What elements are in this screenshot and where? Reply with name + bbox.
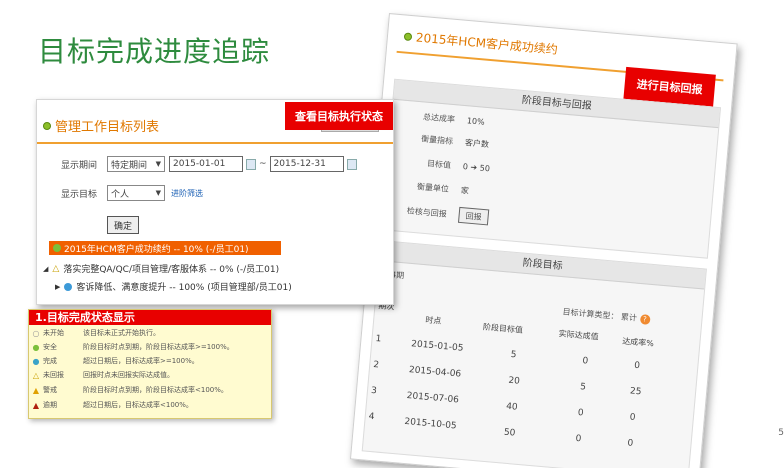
collapse-arrow-icon: ▶ [55, 282, 61, 291]
stage-targets-section: 阶段目标 [361, 240, 707, 468]
calendar-icon[interactable] [246, 158, 256, 170]
unreported-icon: △ [32, 370, 40, 380]
goal-report-panel: 2015年HCM客户成功续约 进行目标回报 阶段目标与回报 总达成率 10% 衡量… [349, 13, 738, 468]
status-callout-tag: 查看目标执行状态 [285, 102, 393, 130]
overdue-icon: ▲ [32, 400, 40, 410]
target-filter-row: 显示目标 个人 ▼ 进阶筛选 [61, 185, 203, 201]
warning-icon: ▲ [32, 385, 40, 395]
advanced-filter-link[interactable]: 进阶筛选 [171, 188, 203, 199]
date-separator: ~ [259, 159, 267, 169]
legend-row: △ 未回报 回报时点未回报实际达成值。 [29, 370, 271, 380]
bullet-icon [43, 121, 51, 130]
legend-row: ▲ 逾期 超过日期后，目标达成率<100%。 [29, 400, 271, 410]
period-filter-row: 显示期间 特定期间 ▼ 2015-01-01 ~ 2015-12-31 [61, 156, 360, 172]
report-button[interactable]: 回报 [457, 206, 490, 226]
status-safe-icon [53, 244, 61, 252]
goal-list-title: 管理工作目标列表 [43, 116, 159, 135]
safe-icon: ● [32, 342, 40, 352]
chevron-down-icon: ▼ [155, 160, 161, 168]
complete-icon: ● [32, 356, 40, 366]
bullet-icon [403, 31, 413, 41]
target-select[interactable]: 个人 ▼ [107, 185, 165, 201]
goal-list-header: 管理工作目标列表 查看目标执行状态 [37, 100, 393, 144]
date-to-input[interactable]: 2015-12-31 [269, 156, 344, 172]
legend-title: 1.目标完成状态显示 [29, 310, 271, 325]
not-started-icon: ○ [32, 328, 40, 338]
target-label: 显示目标 [61, 189, 98, 200]
legend-row: ○ 未开始 该目标未正式开始执行。 [29, 328, 271, 338]
col-date: 时点 [425, 315, 442, 326]
help-icon[interactable]: ? [639, 313, 651, 325]
goal-list-panel: 管理工作目标列表 查看目标执行状态 显示期间 特定期间 ▼ 2015-01-01 … [36, 99, 394, 305]
legend-row: ▲ 警戒 阶段目标时点到期，阶段目标达成率<100%。 [29, 385, 271, 395]
status-legend: 1.目标完成状态显示 ○ 未开始 该目标未正式开始执行。 ● 安全 阶段目标时点到期… [28, 309, 272, 419]
status-unreported-icon: △ [52, 263, 60, 274]
page-number: 5 [778, 428, 784, 438]
status-complete-icon [64, 282, 73, 291]
confirm-button[interactable]: 确定 [107, 216, 140, 234]
goal-list-title-text: 管理工作目标列表 [55, 120, 160, 135]
chevron-down-icon: ▼ [155, 189, 161, 197]
tree-item-selected[interactable]: 2015年HCM客户成功续约 -- 10% (-/员工01) [49, 241, 281, 255]
period-label: 显示期间 [61, 160, 98, 171]
tree-item[interactable]: ▶ 客诉降低、满意度提升 -- 100% (项目管理部/员工01) [55, 280, 292, 293]
expand-arrow-icon: ◢ [43, 264, 49, 273]
calendar-icon[interactable] [346, 158, 357, 170]
legend-row: ● 安全 阶段目标时点到期，阶段目标达成率>=100%。 [29, 342, 271, 352]
tree-item[interactable]: ◢ △ 落实完整QA/QC/项目管理/客服体系 -- 0% (-/员工01) [43, 262, 279, 276]
legend-row: ● 完成 超过日期后，目标达成率>=100%。 [29, 356, 271, 366]
date-from-input[interactable]: 2015-01-01 [169, 156, 243, 172]
slide-title: 目标完成进度追踪 [38, 35, 271, 68]
period-select[interactable]: 特定期间 ▼ [107, 156, 165, 172]
